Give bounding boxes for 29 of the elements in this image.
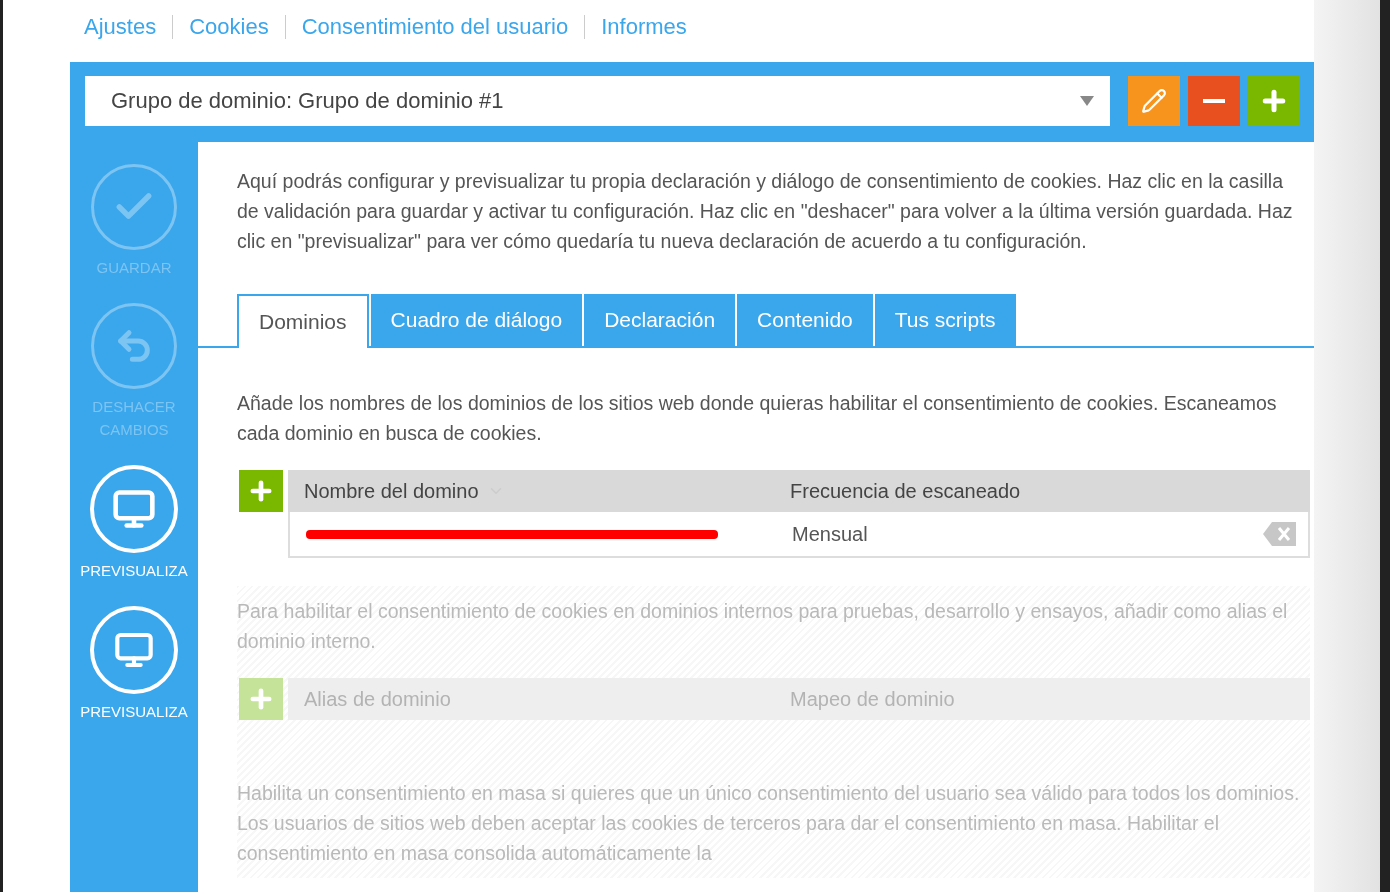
monitor-icon (112, 487, 156, 531)
remove-button[interactable] (1188, 76, 1240, 126)
domains-description: Añade los nombres de los dominios de los sitios web donde quieras habilitar el consentimiento de cookies. Escaneamos cada dominio en busca de cookies. (237, 391, 1278, 446)
dropdown-caret-icon (1080, 96, 1094, 106)
delete-icon[interactable] (1262, 521, 1298, 547)
tab[interactable]: Cuadro de diálogo (370, 294, 583, 346)
tab[interactable]: Contenido (737, 294, 873, 346)
add-button[interactable] (1248, 76, 1300, 126)
nav-link[interactable]: Consentimiento del usuario (301, 14, 569, 40)
column-header[interactable]: Nombre del domino (304, 479, 479, 503)
monitor-icon (114, 630, 154, 670)
intro-text: Aquí podrás configurar y previsualizar tu propia declaración y diálogo de consentimiento de cookies. Haz clic en la casilla de validación para guardar y activar tu configuración. Haz clic en "deshacer" para volver a la última versión guardada. Haz clic en "previsualizar" para ver cómo quedaría tu nueva declaración de acuerdo a tu configuración. (236, 169, 1294, 254)
minus-icon (1203, 99, 1225, 103)
add-domain-button[interactable] (239, 470, 283, 512)
aliases-description: Para habilitar el consentimiento de cookies en dominios internos para pruebas, desarrollo y ensayos, añadir como alias el dominio interno. (237, 599, 1289, 654)
table-cell-text: Mensual (791, 522, 869, 546)
column-header: Alias de dominio (304, 687, 451, 711)
nav-link[interactable]: Ajustes (84, 14, 157, 40)
bulk-consent-description: Habilita un consentimiento en masa si quieres que un único consentimiento del usuario sea válido para todos los dominios. Los usuarios de sitios web deben aceptar las cookies de terceros para dar el consentimiento en masa. Habilitar el consentimiento en masa consolida automáticamente la (237, 781, 1301, 866)
nav-link[interactable]: Informes (601, 14, 687, 40)
tab[interactable]: Dominios (237, 294, 369, 348)
column-header[interactable]: Frecuencia de escaneado (790, 479, 1021, 503)
tab[interactable]: Declaración (584, 294, 736, 346)
nav-link[interactable]: Cookies (189, 14, 269, 40)
group-select[interactable]: Grupo de dominio: Grupo de dominio #1 (85, 76, 1110, 126)
edit-button[interactable] (1128, 76, 1180, 126)
tab[interactable]: Tus scripts (874, 294, 1016, 346)
pencil-icon (1141, 88, 1167, 114)
column-header: Mapeo de dominio (790, 687, 955, 711)
